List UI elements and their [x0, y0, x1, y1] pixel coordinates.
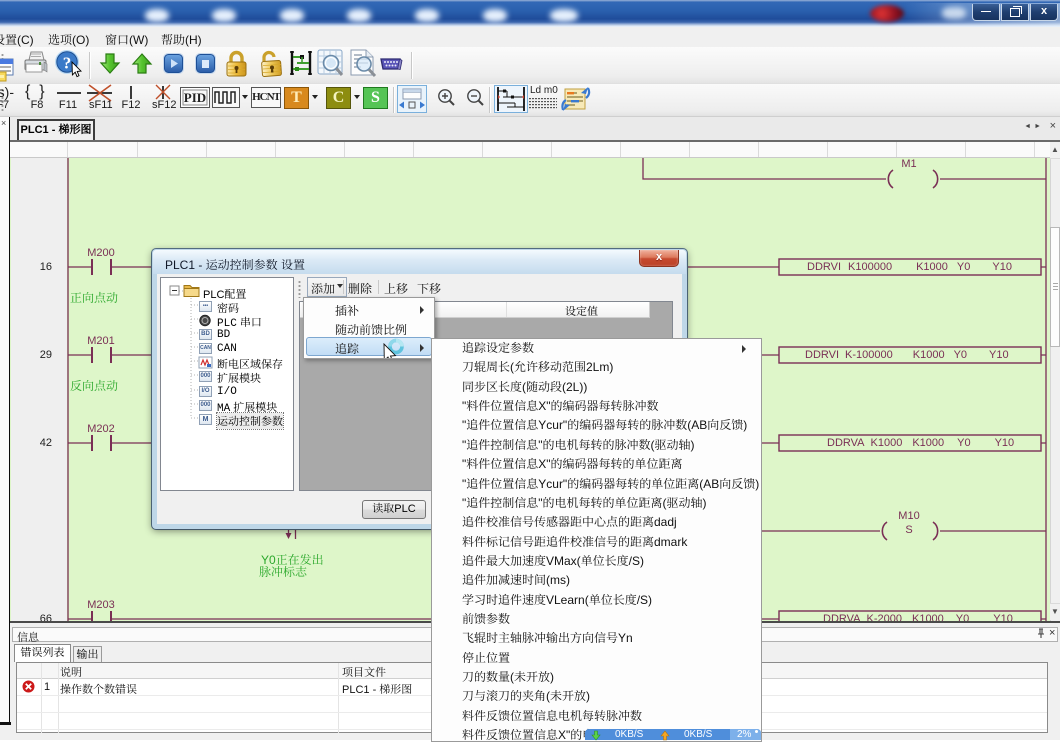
svg-text:?: ? [63, 54, 72, 73]
